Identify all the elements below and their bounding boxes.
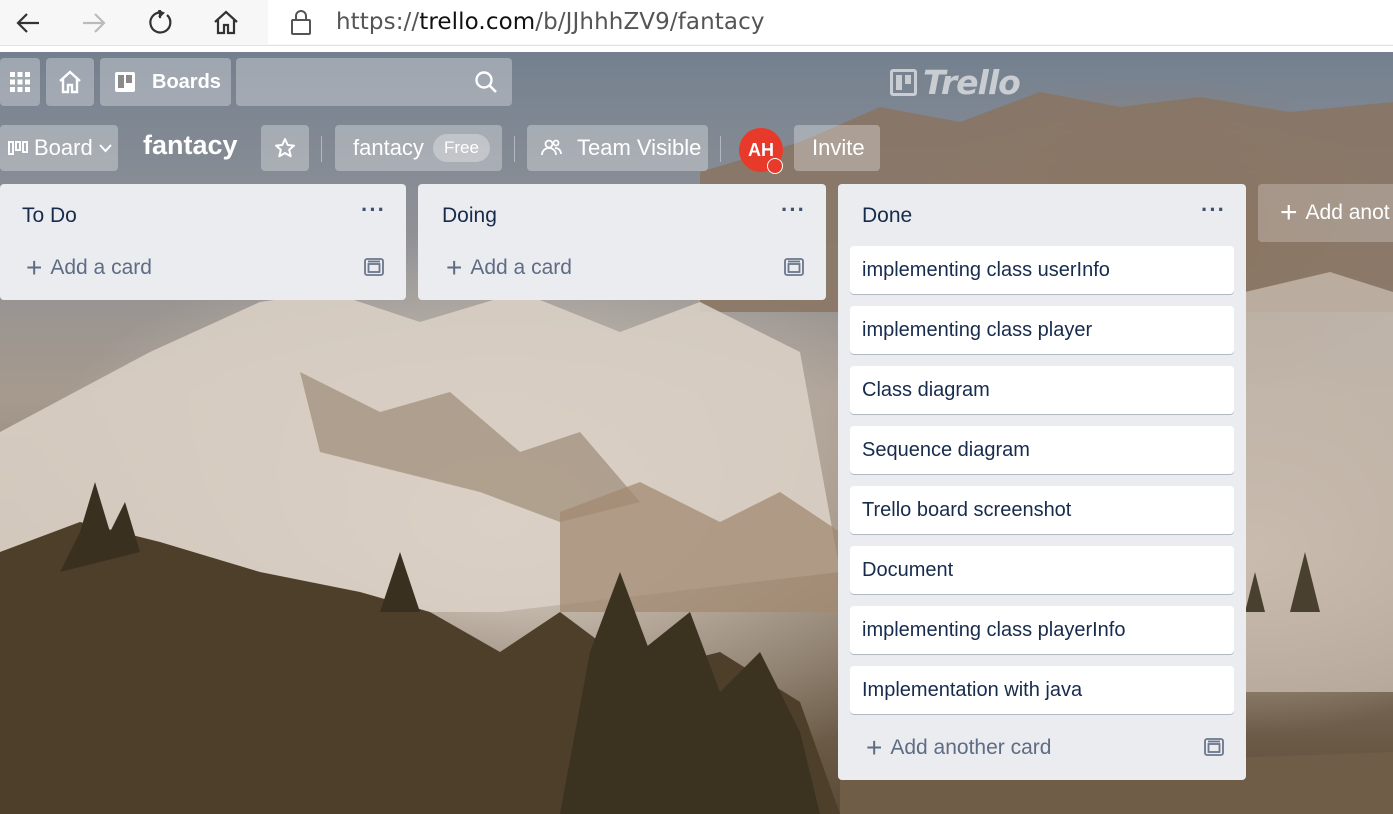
list-doing: Doing ··· + Add a card xyxy=(418,184,826,300)
card[interactable]: implementing class playerInfo xyxy=(850,606,1234,654)
plus-icon: + xyxy=(446,252,463,283)
card[interactable]: implementing class userInfo xyxy=(850,246,1234,294)
trello-logo-text: Trello xyxy=(923,62,1021,102)
team-visible-icon xyxy=(541,139,562,156)
card[interactable]: Trello board screenshot xyxy=(850,486,1234,534)
home-icon xyxy=(214,10,238,35)
chevron-down-icon xyxy=(98,143,112,152)
apps-grid-icon xyxy=(10,72,30,92)
lock-icon xyxy=(291,10,311,35)
home-button[interactable] xyxy=(206,4,246,42)
list-title[interactable]: To Do xyxy=(22,204,77,228)
list-done: Done ··· implementing class userInfo imp… xyxy=(838,184,1246,780)
add-card-button[interactable]: + Add another card xyxy=(866,734,1051,762)
add-card-label: Add a card xyxy=(50,256,152,279)
card[interactable]: Class diagram xyxy=(850,366,1234,414)
list-menu-button[interactable]: ··· xyxy=(781,197,806,223)
board-view-icon xyxy=(8,141,28,155)
card-template-icon[interactable] xyxy=(1204,738,1224,756)
card[interactable]: Sequence diagram xyxy=(850,426,1234,474)
board-view-switcher[interactable]: Board xyxy=(0,125,118,171)
home-icon xyxy=(59,70,81,94)
url-path: /b/JJhhhZV9/fantacy xyxy=(535,9,765,35)
back-button[interactable] xyxy=(8,4,48,42)
add-card-button[interactable]: + Add a card xyxy=(26,254,152,282)
search-icon xyxy=(475,71,497,93)
card[interactable]: Implementation with java xyxy=(850,666,1234,714)
browser-toolbar: https://trello.com/b/JJhhhZV9/fantacy xyxy=(0,0,1393,46)
home-board-button[interactable] xyxy=(46,58,94,106)
card[interactable]: implementing class player xyxy=(850,306,1234,354)
plan-badge: Free xyxy=(432,134,490,162)
visibility-button[interactable]: Team Visible xyxy=(527,125,708,171)
list-title[interactable]: Done xyxy=(862,204,912,228)
refresh-button[interactable] xyxy=(140,4,180,42)
invite-button[interactable]: Invite xyxy=(794,125,880,171)
plus-icon: + xyxy=(866,732,883,763)
board-view-label: Board xyxy=(34,135,93,160)
apps-switcher-button[interactable] xyxy=(0,58,40,106)
avatar-initials: AH xyxy=(748,139,774,160)
invite-label: Invite xyxy=(812,135,865,160)
list-title[interactable]: Doing xyxy=(442,204,497,228)
add-list-button[interactable]: + Add anot xyxy=(1258,184,1393,242)
card-template-icon[interactable] xyxy=(784,258,804,276)
team-button[interactable]: fantacy Free xyxy=(335,125,502,171)
header-divider xyxy=(514,136,515,162)
add-list-label: Add anot xyxy=(1305,201,1390,224)
address-bar[interactable]: https://trello.com/b/JJhhhZV9/fantacy xyxy=(268,0,1393,44)
forward-button[interactable] xyxy=(74,4,114,42)
url-host: trello.com xyxy=(419,9,536,35)
header-divider xyxy=(720,136,721,162)
admin-badge-icon xyxy=(767,158,783,174)
add-card-button[interactable]: + Add a card xyxy=(446,254,572,282)
plus-icon: + xyxy=(26,252,43,283)
plus-icon: + xyxy=(1280,196,1298,229)
forward-arrow-icon xyxy=(83,13,106,33)
back-arrow-icon xyxy=(16,13,39,33)
board-title[interactable]: fantacy xyxy=(143,130,238,161)
team-name: fantacy xyxy=(353,135,424,160)
card-template-icon[interactable] xyxy=(364,258,384,276)
list-menu-button[interactable]: ··· xyxy=(361,197,386,223)
star-board-button[interactable] xyxy=(261,125,309,171)
list-menu-button[interactable]: ··· xyxy=(1201,197,1226,223)
star-icon xyxy=(275,138,295,158)
visibility-label: Team Visible xyxy=(577,135,702,160)
card[interactable]: Document xyxy=(850,546,1234,594)
add-card-label: Add another card xyxy=(890,736,1052,759)
header-divider xyxy=(321,136,322,162)
trello-logo-icon xyxy=(890,68,917,96)
list-to-do: To Do ··· + Add a card xyxy=(0,184,406,300)
boards-button[interactable]: Boards xyxy=(100,58,231,106)
boards-label: Boards xyxy=(152,70,221,93)
add-card-label: Add a card xyxy=(470,256,572,279)
member-avatar[interactable]: AH xyxy=(739,128,783,174)
refresh-icon xyxy=(149,9,172,34)
url-prefix: https:// xyxy=(336,9,420,35)
trello-logo[interactable]: Trello xyxy=(890,62,1021,102)
search-input[interactable] xyxy=(236,58,512,106)
url-text: https://trello.com/b/JJhhhZV9/fantacy xyxy=(336,9,765,35)
boards-icon xyxy=(115,72,135,92)
